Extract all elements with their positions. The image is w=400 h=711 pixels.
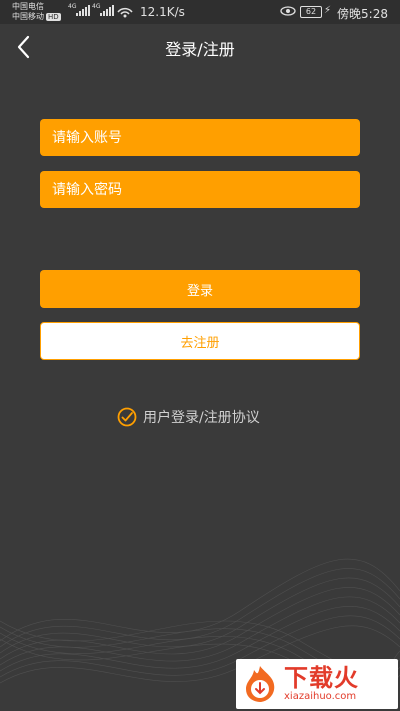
signal-icon xyxy=(100,5,114,16)
agreement-link[interactable]: 用户登录/注册协议 xyxy=(143,407,260,427)
carrier-2: 中国移动 xyxy=(12,12,44,21)
status-bar: 中国电信 中国移动 HD 4G 4G 12.1K/s 62 ⚡ 傍晚5:28 xyxy=(0,0,400,24)
watermark-url: xiazaihuo.com xyxy=(284,691,357,702)
hotspot-icon xyxy=(117,7,133,18)
password-input[interactable] xyxy=(40,171,360,208)
register-button[interactable]: 去注册 xyxy=(40,322,360,360)
network-speed: 12.1K/s xyxy=(140,5,185,19)
hd-badge: HD xyxy=(46,13,61,21)
account-input[interactable] xyxy=(40,119,360,156)
battery-level: 62 xyxy=(305,7,317,16)
login-button[interactable]: 登录 xyxy=(40,270,360,308)
battery-icon: 62 xyxy=(300,6,322,18)
charging-icon: ⚡ xyxy=(324,5,332,16)
watermark-name: 下载火 xyxy=(284,664,359,692)
signal-icon xyxy=(76,5,90,16)
eye-comfort-icon xyxy=(280,6,296,16)
clock: 傍晚5:28 xyxy=(337,7,388,21)
carrier-1: 中国电信 xyxy=(12,2,44,11)
page-title: 登录/注册 xyxy=(165,40,235,59)
watermark-logo: 下载火 xiazaihuo.com xyxy=(236,659,398,709)
navigation-bar: 登录/注册 xyxy=(0,24,400,70)
flame-logo-icon xyxy=(246,666,275,702)
agreement-row[interactable]: 用户登录/注册协议 xyxy=(117,407,260,427)
carrier-info: 中国电信 中国移动 HD xyxy=(12,2,61,22)
check-circle-icon[interactable] xyxy=(117,407,137,427)
